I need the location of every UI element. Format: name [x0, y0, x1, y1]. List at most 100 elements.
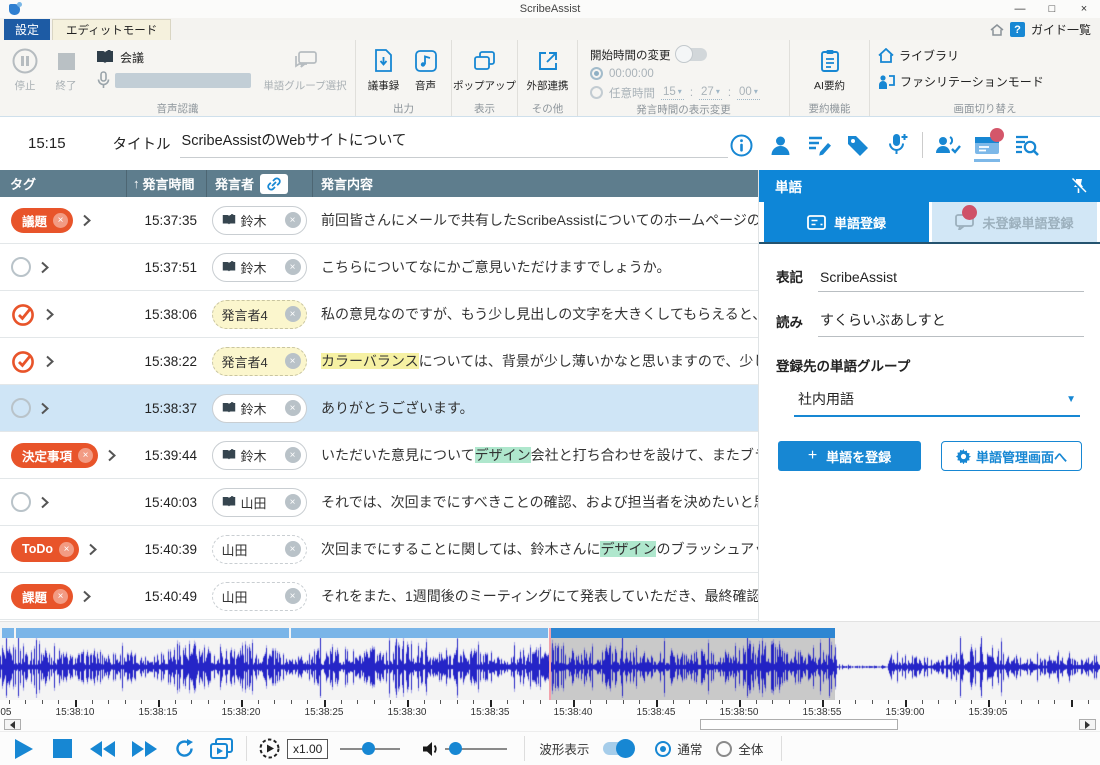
tab-settings[interactable]: 設定: [4, 19, 50, 40]
speech-segment[interactable]: [550, 628, 835, 638]
add-voice-button[interactable]: [883, 131, 911, 159]
speaker-link-button[interactable]: [260, 174, 288, 194]
home-small-icon[interactable]: [990, 24, 1004, 36]
waveform-toggle[interactable]: [603, 742, 633, 755]
transcript-row[interactable]: 15:37:51鈴木×こちらについてなにかご意見いただけますでしょうか。: [0, 244, 758, 291]
expand-chevron-icon[interactable]: [45, 355, 54, 368]
empty-tag-circle[interactable]: [11, 257, 31, 277]
stop-button[interactable]: [53, 739, 72, 758]
tag-pill[interactable]: 課題×: [11, 584, 73, 609]
play-button[interactable]: [14, 738, 34, 760]
tag-button[interactable]: [844, 131, 872, 159]
maximize-button[interactable]: □: [1036, 0, 1068, 18]
utterance-text[interactable]: ありがとうございます。: [312, 398, 758, 418]
speaker-pill[interactable]: 山田×: [212, 535, 307, 564]
volume-slider[interactable]: [445, 748, 507, 750]
continuous-play-button[interactable]: [210, 738, 233, 759]
speech-segment[interactable]: [16, 628, 289, 638]
speaker-profile-button[interactable]: [766, 131, 794, 159]
speaker-pill[interactable]: 鈴木×: [212, 441, 307, 470]
transcript-row[interactable]: 15:38:37鈴木×ありがとうございます。: [0, 385, 758, 432]
edit-list-button[interactable]: [805, 131, 833, 159]
remove-tag-icon[interactable]: ×: [78, 448, 93, 463]
word-manage-button[interactable]: 単語管理画面へ: [941, 441, 1082, 471]
speaker-check-button[interactable]: [934, 131, 962, 159]
expand-chevron-icon[interactable]: [82, 590, 91, 603]
col-speaker[interactable]: 発言者: [206, 170, 312, 197]
waveform-area[interactable]: [0, 621, 1100, 700]
col-time[interactable]: ↑ 発言時間: [126, 170, 206, 197]
scroll-right-button[interactable]: [1079, 719, 1096, 730]
tab-word-register[interactable]: 単語登録: [764, 202, 929, 242]
end-button[interactable]: 終了: [46, 45, 86, 93]
minutes-export-button[interactable]: 議事録: [362, 45, 406, 93]
word-panel-button[interactable]: [973, 131, 1001, 159]
expand-chevron-icon[interactable]: [45, 308, 54, 321]
utterance-text[interactable]: 次回までにすることに関しては、鈴木さんにデザインのブラッシュアップを行っていた: [312, 539, 758, 559]
remove-tag-icon[interactable]: ×: [53, 213, 68, 228]
remove-speaker-icon[interactable]: ×: [285, 494, 301, 510]
waveform-scrollbar[interactable]: [0, 719, 1100, 731]
speaker-pill[interactable]: 発言者4×: [212, 347, 307, 376]
fast-forward-button[interactable]: [131, 740, 158, 758]
remove-speaker-icon[interactable]: ×: [285, 306, 301, 322]
transcript-row[interactable]: 15:40:03山田×それでは、次回までにすべきことの確認、および担当者を決めた…: [0, 479, 758, 526]
minimize-button[interactable]: —: [1004, 0, 1036, 18]
speaker-pill[interactable]: 鈴木×: [212, 394, 307, 423]
utterance-text[interactable]: こちらについてなにかご意見いただけますでしょうか。: [312, 257, 758, 277]
speech-segment[interactable]: [2, 628, 14, 638]
transcript-row[interactable]: 決定事項×15:39:44鈴木×いただいた意見についてデザイン会社と打ち合わせを…: [0, 432, 758, 479]
info-button[interactable]: [727, 131, 755, 159]
expand-chevron-icon[interactable]: [88, 543, 97, 556]
surface-input[interactable]: ScribeAssist: [818, 269, 1084, 292]
search-doc-button[interactable]: [1012, 131, 1040, 159]
utterance-text[interactable]: それをまた、1週間後のミーティングにて発表していただき、最終確認を行いたいと思: [312, 586, 758, 606]
speaker-pill[interactable]: 山田×: [212, 488, 307, 517]
expand-chevron-icon[interactable]: [107, 449, 116, 462]
word-group-select[interactable]: 社内用語 ▼: [794, 389, 1080, 417]
check-tag-icon[interactable]: [11, 349, 36, 374]
remove-tag-icon[interactable]: ×: [59, 542, 74, 557]
transcript-row[interactable]: ToDo×15:40:39山田×次回までにすることに関しては、鈴木さんにデザイン…: [0, 526, 758, 573]
col-tag[interactable]: タグ: [0, 170, 126, 197]
speaker-pill[interactable]: 鈴木×: [212, 253, 307, 282]
register-word-button[interactable]: + 単語を登録: [778, 441, 921, 471]
word-group-select-button[interactable]: 単語グループ選択: [259, 45, 351, 93]
remove-speaker-icon[interactable]: ×: [285, 588, 301, 604]
empty-tag-circle[interactable]: [11, 492, 31, 512]
close-button[interactable]: ×: [1068, 0, 1100, 18]
transcript-row[interactable]: 15:38:22発言者4×カラーバランスについては、背景が少し薄いかなと思います…: [0, 338, 758, 385]
remove-speaker-icon[interactable]: ×: [285, 212, 301, 228]
utterance-text[interactable]: 私の意見なのですが、もう少し見出しの文字を大きくしてもらえると、区別がつきや: [312, 304, 758, 324]
zero-time-radio[interactable]: [590, 67, 603, 80]
remove-speaker-icon[interactable]: ×: [285, 259, 301, 275]
minute-select[interactable]: 27▾: [699, 86, 722, 100]
tag-pill[interactable]: 議題×: [11, 208, 73, 233]
hour-select[interactable]: 15▾: [661, 86, 684, 100]
reading-input[interactable]: すくらいぶあしすと: [818, 310, 1084, 337]
expand-chevron-icon[interactable]: [40, 496, 49, 509]
rewind-button[interactable]: [89, 740, 116, 758]
remove-tag-icon[interactable]: ×: [53, 589, 68, 604]
facilitation-mode-button[interactable]: ファシリテーションモード: [878, 73, 1092, 90]
library-button[interactable]: ライブラリ: [878, 47, 1092, 64]
expand-chevron-icon[interactable]: [82, 214, 91, 227]
tag-pill[interactable]: 決定事項×: [11, 443, 98, 468]
speed-slider[interactable]: [340, 748, 400, 750]
second-select[interactable]: 00▾: [737, 86, 760, 100]
replay-button[interactable]: [174, 738, 195, 759]
tag-pill[interactable]: ToDo×: [11, 537, 79, 562]
speed-value[interactable]: x1.00: [287, 739, 328, 759]
playhead-marker[interactable]: [549, 628, 551, 700]
radio-whole[interactable]: 全体: [716, 739, 763, 758]
utterance-text[interactable]: 前回皆さんにメールで共有したScribeAssistについてのホームページのデザ…: [312, 210, 758, 230]
ai-summary-button[interactable]: AI要約: [802, 45, 858, 93]
document-title-input[interactable]: ScribeAssistのWebサイトについて: [180, 129, 728, 158]
volume-icon[interactable]: [422, 741, 439, 757]
tab-edit-mode[interactable]: エディットモード: [52, 19, 171, 40]
speech-segment[interactable]: [291, 628, 548, 638]
remove-speaker-icon[interactable]: ×: [285, 447, 301, 463]
speaker-pill[interactable]: 山田×: [212, 582, 307, 611]
popup-button[interactable]: ポップアップ: [455, 45, 515, 93]
check-tag-icon[interactable]: [11, 302, 36, 327]
